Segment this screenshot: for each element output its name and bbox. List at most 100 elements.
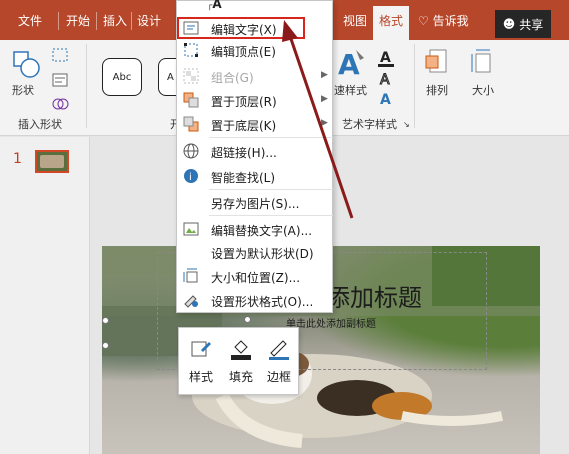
smart-lookup-icon: i [184, 169, 198, 183]
menu-item-label: 组合(G) [211, 71, 254, 85]
svg-text:A: A [380, 72, 390, 88]
size-label[interactable]: 大小 [472, 82, 494, 98]
mini-fill-label: 填充 [228, 370, 253, 384]
shape-button-label[interactable]: 形状 [12, 82, 34, 98]
menu-divider [209, 137, 333, 138]
menu-item-label: 另存为图片(S)... [211, 197, 300, 211]
context-menu: ┌A 编辑文字(X) 编辑顶点(E) 组合(G) ▶ 置于顶层(R) ▶ 置于底… [176, 0, 333, 313]
group-icon [183, 68, 199, 84]
hyperlink-icon [183, 143, 199, 159]
svg-text:A: A [380, 50, 391, 66]
shape-style-icon [191, 341, 211, 357]
tab-format[interactable]: 格式 [373, 6, 410, 40]
pen-outline-icon [269, 340, 289, 360]
tab-divider [58, 12, 59, 30]
mini-toolbar: 样式 填充 边框 [178, 327, 299, 395]
slide-number: 1 [13, 151, 22, 167]
menu-item-set-default-shape[interactable]: 设置为默认形状(D) [177, 241, 334, 263]
menu-item-format-shape[interactable]: 设置形状格式(O)... [177, 289, 334, 311]
svg-text:i: i [189, 172, 192, 183]
shape-tools-icons[interactable] [50, 46, 74, 116]
art-text-dialog-launcher-icon[interactable]: ↘ [403, 120, 410, 129]
text-format-icon: ┌A [207, 0, 222, 11]
mini-style-label: 样式 [188, 370, 213, 384]
menu-item-edit-points[interactable]: 编辑顶点(E) [177, 39, 334, 61]
shape-icon[interactable] [10, 48, 42, 80]
menu-item-label: 编辑替换文字(A)... [211, 224, 313, 238]
selection-handle[interactable] [102, 342, 109, 349]
size-position-icon [183, 268, 198, 283]
menu-item-send-to-back[interactable]: 置于底层(K) ▶ [177, 113, 334, 135]
ribbon-divider [414, 44, 415, 128]
tab-design[interactable]: 设计 [137, 12, 161, 29]
tell-me-search[interactable]: ♡ 告诉我 [418, 12, 469, 29]
menu-divider [209, 189, 333, 190]
menu-item-hyperlink[interactable]: 超链接(H)... [177, 140, 334, 162]
shape-style-abc[interactable]: Abc [102, 58, 142, 96]
menu-item-size-and-position[interactable]: 大小和位置(Z)... [177, 265, 334, 287]
submenu-arrow-icon: ▶ [321, 94, 328, 104]
slide-thumbnail-pane [0, 137, 90, 454]
arrange-label[interactable]: 排列 [426, 82, 448, 98]
art-text-group-label: 艺术字样式 [342, 118, 397, 131]
format-shape-icon [184, 295, 198, 308]
tell-me-label: 告诉我 [432, 14, 469, 28]
paint-bucket-icon [231, 340, 251, 360]
svg-text:A: A [338, 48, 360, 80]
person-icon: ☻ [502, 17, 516, 31]
tab-insert[interactable]: 插入 [103, 12, 127, 29]
slide-title[interactable]: 添加标题 [326, 278, 422, 313]
text-fill-outline-effects-icons[interactable]: A A A [376, 46, 406, 110]
bring-front-icon [183, 92, 199, 108]
menu-item-edit-text[interactable]: 编辑文字(X) [177, 17, 305, 39]
menu-item-label: 置于顶层(R) [211, 95, 277, 109]
context-menu-top-glyph: A [212, 0, 222, 11]
submenu-arrow-icon: ▶ [321, 70, 328, 80]
menu-item-group[interactable]: 组合(G) ▶ [177, 65, 334, 87]
mini-outline-button[interactable]: 边框 [259, 328, 299, 396]
menu-item-label: 大小和位置(Z)... [211, 271, 301, 285]
tab-view[interactable]: 视图 [343, 12, 367, 29]
svg-text:A: A [380, 92, 391, 108]
edit-points-icon [184, 43, 198, 57]
tab-home[interactable]: 开始 [66, 12, 90, 29]
quick-style-label[interactable]: 速样式 [334, 82, 367, 98]
menu-item-save-as-picture[interactable]: 另存为图片(S)... [177, 191, 334, 213]
menu-item-label: 超链接(H)... [211, 146, 277, 160]
menu-item-bring-to-front[interactable]: 置于顶层(R) ▶ [177, 89, 334, 111]
tab-divider [96, 12, 97, 30]
size-icon[interactable] [468, 48, 496, 78]
tab-file[interactable]: 文件 [18, 12, 42, 29]
menu-item-label: 智能查找(L) [211, 171, 276, 185]
thumbnail-picture [40, 155, 64, 168]
menu-item-label: 编辑顶点(E) [211, 45, 276, 59]
slide-subtitle[interactable]: 单击此处添加副标题 [286, 315, 376, 330]
selection-handle[interactable] [244, 316, 251, 323]
menu-item-edit-alt-text[interactable]: 编辑替换文字(A)... [177, 218, 334, 240]
share-label: 共享 [519, 17, 544, 32]
menu-item-label: 设置为默认形状(D) [211, 247, 314, 261]
menu-item-label: 设置形状格式(O)... [211, 295, 314, 309]
style-sample-text: Abc [112, 71, 132, 83]
shape-style-partial[interactable]: A [158, 58, 176, 96]
tab-divider [131, 12, 132, 30]
menu-item-label: 编辑文字(X) [211, 23, 277, 37]
slide-thumbnail[interactable] [35, 150, 69, 173]
menu-divider [209, 215, 333, 216]
menu-item-smart-lookup[interactable]: i 智能查找(L) [177, 165, 334, 187]
mini-style-button[interactable]: 样式 [181, 328, 221, 396]
ribbon-divider [86, 44, 87, 128]
submenu-arrow-icon: ▶ [321, 118, 328, 128]
send-back-icon [183, 116, 199, 132]
quick-styles-icon[interactable]: A [336, 46, 366, 80]
lightbulb-icon: ♡ [418, 14, 429, 28]
share-button[interactable]: ☻ 共享 [495, 10, 551, 38]
style-sample-text-partial: A [167, 71, 174, 83]
selection-handle[interactable] [102, 317, 109, 324]
arrange-icon[interactable] [424, 48, 452, 78]
mini-outline-label: 边框 [266, 370, 291, 384]
alt-text-icon [183, 222, 199, 236]
insert-shape-group-label: 插入形状 [18, 118, 62, 131]
edit-text-icon [183, 21, 199, 35]
mini-fill-button[interactable]: 填充 [221, 328, 261, 396]
